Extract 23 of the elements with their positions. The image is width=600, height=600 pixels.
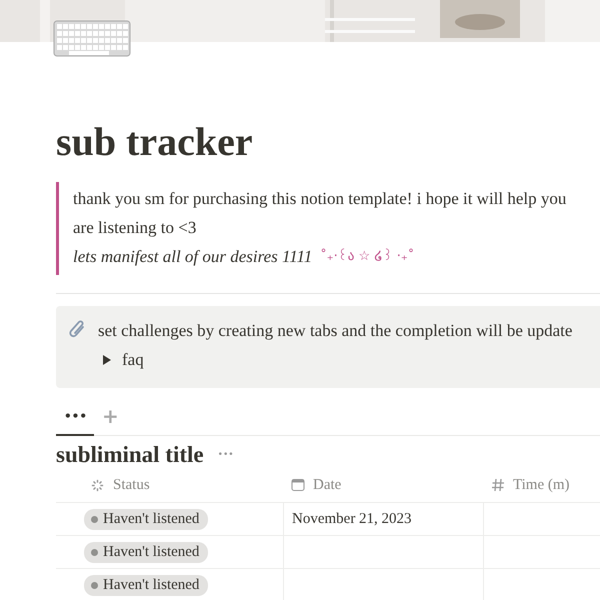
column-header[interactable]: Status bbox=[113, 476, 150, 494]
loading-icon bbox=[90, 478, 105, 492]
table-cell: November 21, 2023 bbox=[292, 510, 412, 528]
view-tab[interactable]: ••• bbox=[56, 400, 94, 436]
toggle-icon[interactable] bbox=[102, 355, 112, 365]
quote-text: are listening to <3 bbox=[73, 217, 198, 239]
callout-text: set challenges by creating new tabs and the completion will be update bbox=[98, 320, 572, 342]
hash-icon bbox=[491, 478, 505, 492]
toggle-label[interactable]: faq bbox=[122, 350, 144, 370]
column-header[interactable]: Date bbox=[313, 476, 342, 494]
quote-text: lets manifest all of our desires 1111 bbox=[73, 246, 312, 268]
calendar-icon bbox=[291, 478, 305, 492]
status-tag: Haven't listened bbox=[84, 508, 208, 530]
status-tag: Haven't listened bbox=[84, 574, 208, 596]
column-header[interactable]: Time (m) bbox=[513, 476, 570, 494]
decoration-text: ˚₊‧꒰ა ☆ ໒꒱ ‧₊˚ bbox=[320, 248, 414, 266]
quote-text: thank you sm for purchasing this notion template! i hope it will help you bbox=[73, 188, 568, 210]
keyboard-icon bbox=[53, 20, 131, 57]
more-button[interactable]: ··· bbox=[218, 446, 234, 464]
database-title: subliminal title bbox=[56, 442, 204, 468]
view-tab[interactable]: + bbox=[94, 400, 127, 436]
status-tag: Haven't listened bbox=[84, 542, 208, 562]
page-title: sub tracker bbox=[56, 118, 254, 166]
